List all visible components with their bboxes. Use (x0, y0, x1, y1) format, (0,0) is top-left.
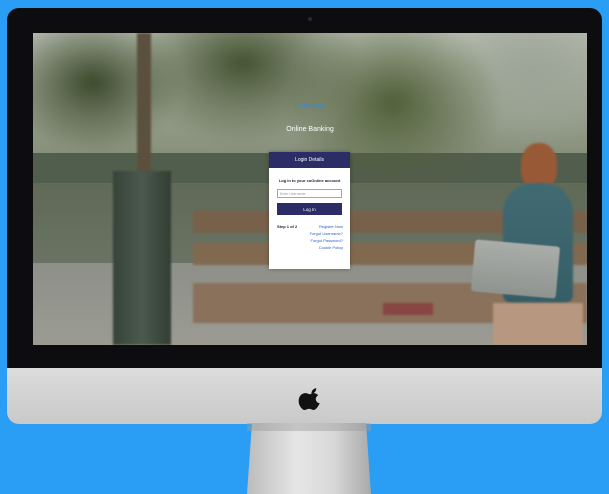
monitor-stand (247, 423, 371, 494)
forgot-username-link[interactable]: Forgot Username? (310, 231, 343, 236)
register-now-link[interactable]: Register Now (319, 224, 343, 229)
login-card-header: Login Details (269, 152, 350, 168)
monitor-screen: i enterprise Online Banking Login Details… (33, 33, 587, 345)
login-card: Login Details Log in to your cuOnline ac… (269, 152, 350, 269)
camera-dot (308, 17, 312, 21)
forgot-password-link[interactable]: Forgot Password? (311, 238, 343, 243)
login-button[interactable]: Log In (277, 203, 342, 215)
brand-logo[interactable]: i enterprise (33, 101, 587, 110)
page-title: Online Banking (286, 126, 334, 133)
monitor-stand-neck (247, 423, 371, 431)
login-card-title: Log in to your cuOnline account (278, 178, 341, 183)
username-input[interactable] (277, 189, 342, 198)
brand-name: enterprise (298, 104, 326, 110)
brand-logo-mark: i (294, 101, 297, 110)
apple-logo-icon (298, 388, 320, 410)
step-indicator: Step 1 of 2 (277, 224, 298, 229)
login-links: Step 1 of 2 Register Now Forgot Username… (269, 224, 350, 264)
cookie-policy-link[interactable]: Cookie Policy (319, 245, 343, 250)
